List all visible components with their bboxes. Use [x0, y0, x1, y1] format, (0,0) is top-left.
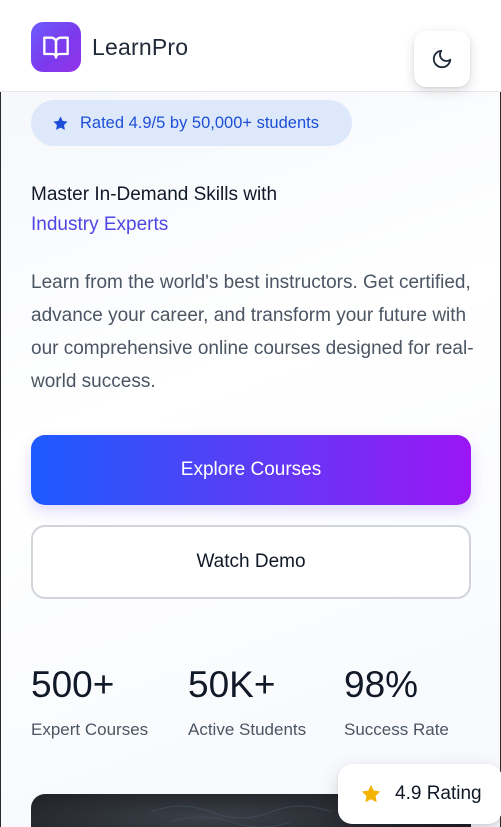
star-icon	[361, 784, 381, 803]
badge-text: Rated 4.9/5 by 50,000+ students	[80, 113, 319, 132]
stat-courses: 500+ Expert Courses	[31, 664, 148, 740]
stat-label: Active Students	[188, 720, 307, 739]
book-open-icon	[43, 36, 69, 59]
stat-value: 50K+	[188, 664, 276, 705]
logo[interactable]	[31, 22, 81, 72]
brand-name[interactable]: LearnPro	[92, 34, 188, 61]
top-header: LearnPro	[0, 0, 501, 92]
headline-accent: Industry Experts	[31, 214, 169, 235]
stat-label: Expert Courses	[31, 720, 149, 739]
stat-value: 98%	[344, 664, 419, 705]
explore-courses-button[interactable]: Explore Courses	[31, 435, 471, 505]
stat-students: 50K+ Active Students	[188, 664, 306, 740]
hero-description: Learn from the world's best instructors.…	[31, 272, 474, 392]
watch-demo-button[interactable]: Watch Demo	[31, 525, 471, 599]
stat-label: Success Rate	[344, 720, 449, 739]
stat-success: 98% Success Rate	[344, 664, 449, 740]
stat-value: 500+	[31, 664, 115, 705]
rating-card: 4.9 Rating	[338, 764, 501, 824]
rating-badge: Rated 4.9/5 by 50,000+ students	[31, 100, 352, 146]
headline-main: Master In-Demand Skills with	[31, 184, 278, 205]
hero-headline: Master In-Demand Skills with Industry Ex…	[31, 180, 277, 240]
theme-toggle-button[interactable]	[414, 31, 470, 87]
moon-icon	[432, 49, 452, 69]
rating-text: 4.9 Rating	[395, 783, 482, 804]
star-icon	[53, 115, 68, 130]
